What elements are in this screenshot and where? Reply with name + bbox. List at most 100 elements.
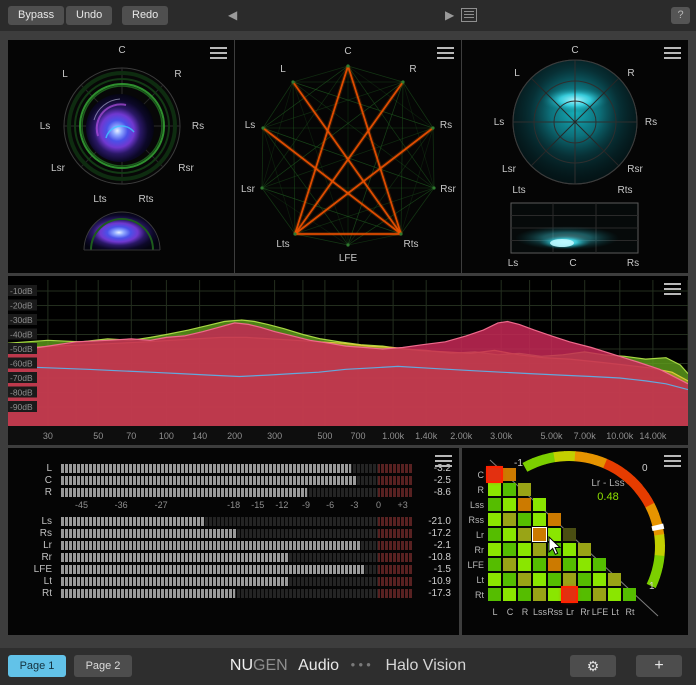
menu-icon[interactable]: [435, 455, 452, 467]
preset-list-icon[interactable]: [461, 8, 477, 22]
matrix-cell[interactable]: [623, 588, 636, 601]
meter-row-R: R-8.6: [8, 486, 459, 498]
matrix-cell[interactable]: [608, 588, 621, 601]
undo-button[interactable]: Undo: [66, 6, 112, 25]
matrix-cell[interactable]: [563, 588, 576, 601]
matrix-row-label: R: [462, 485, 484, 495]
matrix-cell[interactable]: [533, 543, 546, 556]
meter-scale-label: -27: [155, 500, 168, 510]
matrix-cell[interactable]: [548, 543, 561, 556]
matrix-cell[interactable]: [548, 558, 561, 571]
channel-label: Rs: [192, 121, 204, 132]
matrix-cell[interactable]: [518, 528, 531, 541]
freq-scale-label: 1.40k: [415, 431, 438, 441]
meter-bar: [60, 553, 413, 562]
correlation-value: 0.48: [562, 491, 654, 503]
freq-scale-label: 2.00k: [450, 431, 473, 441]
matrix-cell[interactable]: [518, 588, 531, 601]
brand-product: Halo Vision: [385, 657, 466, 674]
network-node-label: Lsr: [241, 184, 256, 195]
menu-icon[interactable]: [210, 47, 227, 59]
matrix-cell[interactable]: [503, 513, 516, 526]
matrix-cell[interactable]: [578, 573, 591, 586]
matrix-cell[interactable]: [608, 573, 621, 586]
network-node-label: R: [409, 64, 416, 75]
menu-icon[interactable]: [664, 47, 681, 59]
menu-icon[interactable]: [437, 47, 454, 59]
matrix-cell[interactable]: [503, 543, 516, 556]
matrix-cell[interactable]: [593, 573, 606, 586]
matrix-cell[interactable]: [533, 588, 546, 601]
matrix-cell[interactable]: [533, 528, 546, 541]
matrix-cell[interactable]: [518, 483, 531, 496]
matrix-cell[interactable]: [518, 513, 531, 526]
freq-scale-label: 3.00k: [490, 431, 513, 441]
matrix-cell[interactable]: [518, 543, 531, 556]
channel-label: Lts: [93, 194, 106, 205]
matrix-cell[interactable]: [503, 588, 516, 601]
meter-bar: [60, 577, 413, 586]
matrix-cell[interactable]: [593, 558, 606, 571]
menu-icon[interactable]: [664, 455, 681, 467]
matrix-cell[interactable]: [548, 528, 561, 541]
matrix-cell[interactable]: [518, 498, 531, 511]
redo-button[interactable]: Redo: [122, 6, 168, 25]
matrix-cell[interactable]: [548, 588, 561, 601]
matrix-cell[interactable]: [503, 528, 516, 541]
matrix-cell[interactable]: [518, 558, 531, 571]
matrix-cell[interactable]: [563, 558, 576, 571]
footer: Page 1 Page 2 NUGEN Audio ●●● Halo Visio…: [0, 648, 696, 685]
meter-scale-label: -9: [302, 500, 310, 510]
matrix-cell[interactable]: [488, 498, 501, 511]
matrix-cell[interactable]: [488, 573, 501, 586]
prev-arrow-icon[interactable]: ◀: [228, 8, 237, 22]
meter-row-C: C-2.5: [8, 474, 459, 486]
matrix-cell[interactable]: [548, 513, 561, 526]
matrix-cell[interactable]: [488, 558, 501, 571]
matrix-cell[interactable]: [503, 558, 516, 571]
menu-icon[interactable]: [664, 283, 681, 295]
channel-label: Rts: [139, 194, 154, 205]
channel-label: Ls: [508, 258, 519, 269]
matrix-cell[interactable]: [548, 573, 561, 586]
matrix-cell[interactable]: [488, 543, 501, 556]
matrix-cell[interactable]: [518, 573, 531, 586]
bypass-button[interactable]: Bypass: [8, 6, 64, 25]
meter-row-Lr: Lr-2.1: [8, 539, 459, 551]
freq-scale-label: 1.00k: [382, 431, 405, 441]
meter-value: -2.5: [413, 475, 451, 486]
matrix-cell[interactable]: [593, 588, 606, 601]
matrix-cell[interactable]: [503, 573, 516, 586]
network-node-label: Rsr: [440, 184, 456, 195]
gauge-pos-label: 1: [649, 581, 655, 592]
page2-tab[interactable]: Page 2: [74, 655, 132, 677]
matrix-cell[interactable]: [488, 528, 501, 541]
matrix-cell[interactable]: [578, 543, 591, 556]
matrix-cell[interactable]: [563, 573, 576, 586]
freq-scale-label: 10.00k: [606, 431, 634, 441]
matrix-cell[interactable]: [533, 513, 546, 526]
settings-gear-button[interactable]: ⚙: [570, 655, 616, 677]
matrix-cell[interactable]: [503, 468, 516, 481]
matrix-cell[interactable]: [503, 498, 516, 511]
matrix-cell[interactable]: [533, 573, 546, 586]
matrix-cell[interactable]: [533, 498, 546, 511]
matrix-cell[interactable]: [488, 468, 501, 481]
matrix-cell[interactable]: [488, 588, 501, 601]
toolbar: Bypass Undo Redo ◀ ▶ ?: [0, 0, 696, 31]
next-arrow-icon[interactable]: ▶: [445, 8, 454, 22]
meter-channel-label: Rs: [16, 528, 60, 539]
matrix-cell[interactable]: [533, 558, 546, 571]
matrix-cell[interactable]: [488, 483, 501, 496]
matrix-cell[interactable]: [488, 513, 501, 526]
matrix-cell[interactable]: [578, 558, 591, 571]
page1-tab[interactable]: Page 1: [8, 655, 66, 677]
matrix-cell[interactable]: [503, 483, 516, 496]
channel-label: L: [514, 68, 520, 79]
add-page-button[interactable]: +: [636, 655, 682, 677]
matrix-cell[interactable]: [563, 528, 576, 541]
matrix-cell[interactable]: [563, 543, 576, 556]
matrix-row-label: Rr: [462, 545, 484, 555]
help-button[interactable]: ?: [671, 7, 690, 24]
matrix-cell[interactable]: [578, 588, 591, 601]
